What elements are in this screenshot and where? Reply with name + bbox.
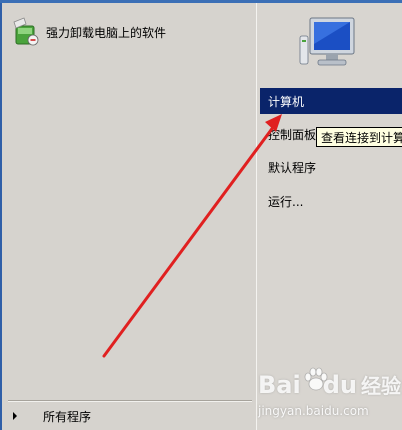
left-pane: 强力卸载电脑上的软件 所有程序 — [0, 0, 256, 430]
pinned-item-uninstaller[interactable]: 强力卸载电脑上的软件 — [10, 14, 250, 50]
baidu-jingyan-watermark: Bai du 经验 jingyan.baidu.com — [256, 364, 402, 430]
right-item-label: 运行... — [268, 194, 304, 209]
right-item-label: 控制面板 — [268, 127, 317, 142]
monitor-icon — [299, 17, 355, 66]
right-item-default-programs[interactable]: 默认程序 — [260, 154, 402, 180]
pinned-item-label: 强力卸载电脑上的软件 — [46, 25, 167, 40]
right-item-label: 默认程序 — [268, 160, 317, 175]
all-programs-button[interactable]: 所有程序 — [10, 406, 250, 426]
software-uninstaller-icon — [13, 17, 39, 46]
watermark-brand-left: Bai — [258, 371, 301, 399]
right-item-run[interactable]: 运行... — [260, 188, 402, 214]
menu-top-border — [0, 0, 402, 3]
right-item-label: 计算机 — [268, 94, 305, 109]
right-arrow-icon — [13, 412, 17, 420]
all-programs-label: 所有程序 — [43, 409, 92, 424]
watermark-url: jingyan.baidu.com — [258, 404, 369, 418]
tooltip: 查看连接到计算 — [316, 127, 402, 147]
start-menu: 强力卸载电脑上的软件 所有程序 计算机 控制面板 默认程序 运行... 查看连接… — [0, 0, 402, 430]
right-item-computer[interactable]: 计算机 — [260, 88, 402, 114]
watermark-brand-right: du — [322, 371, 357, 399]
left-pane-separator — [8, 400, 252, 402]
watermark-brand: Bai du 经验 — [258, 370, 401, 399]
watermark-brand-cn: 经验 — [360, 374, 401, 398]
